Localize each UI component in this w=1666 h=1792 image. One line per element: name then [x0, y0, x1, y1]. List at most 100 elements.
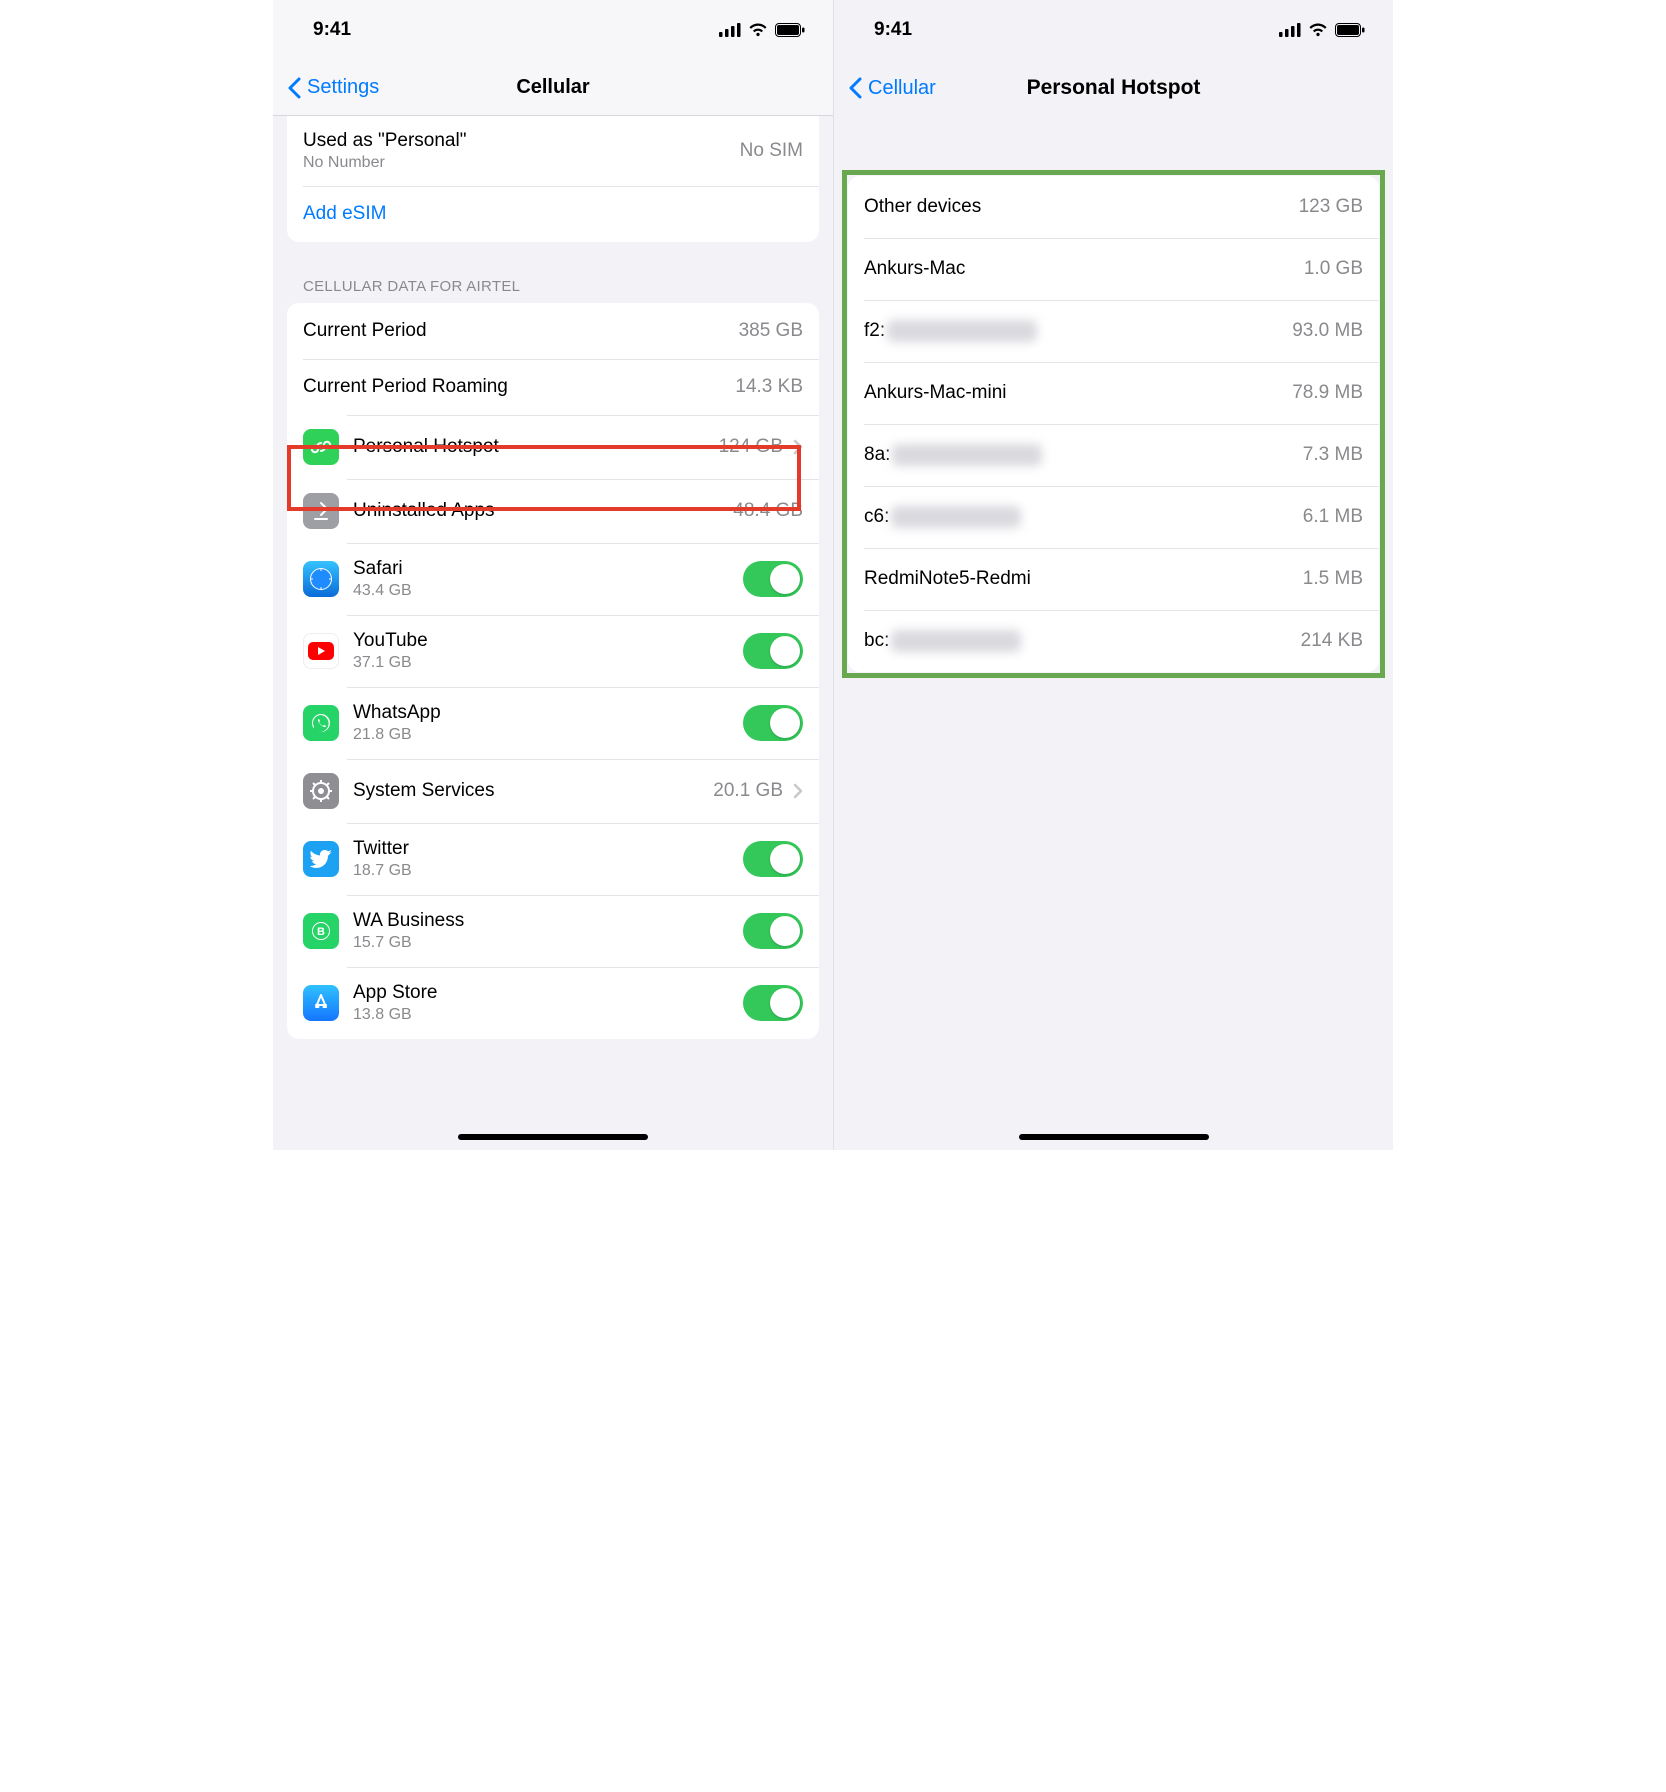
- personal-hotspot-row[interactable]: Personal Hotspot 124 GB: [287, 415, 819, 479]
- chevron-right-icon: [793, 783, 803, 799]
- app-row-whatsapp[interactable]: WhatsApp 21.8 GB: [287, 687, 819, 759]
- app-usage: 18.7 GB: [353, 862, 743, 880]
- back-button[interactable]: Cellular: [834, 77, 936, 100]
- hotspot-device-row: Other devices123 GB: [848, 176, 1379, 238]
- personal-hotspot-value: 124 GB: [719, 436, 783, 458]
- uninstalled-apps-icon: [303, 493, 339, 529]
- status-time: 9:41: [313, 19, 351, 41]
- cellular-data-group: Current Period 385 GB Current Period Roa…: [287, 303, 819, 1039]
- chevron-left-icon: [848, 77, 862, 99]
- app-row-youtube[interactable]: YouTube 37.1 GB: [287, 615, 819, 687]
- hotspot-device-row: Ankurs-Mac1.0 GB: [848, 238, 1379, 300]
- uninstalled-apps-label: Uninstalled Apps: [353, 500, 495, 522]
- add-esim-label: Add eSIM: [303, 203, 803, 225]
- signal-icon: [1279, 23, 1301, 37]
- home-indicator: [458, 1134, 648, 1140]
- wifi-icon: [748, 23, 768, 37]
- hotspot-icon: [303, 429, 339, 465]
- uninstalled-apps-value: 48.4 GB: [733, 500, 803, 522]
- app-name: Safari: [353, 558, 743, 580]
- uninstalled-apps-row: Uninstalled Apps 48.4 GB: [287, 479, 819, 543]
- safari-icon: [303, 561, 339, 597]
- toggle-safari[interactable]: [743, 561, 803, 597]
- current-period-row: Current Period 385 GB: [287, 303, 819, 359]
- hotspot-device-group: Other devices123 GBAnkurs-Mac1.0 GBf2:93…: [848, 176, 1379, 672]
- sim-row[interactable]: Used as "Personal" No Number No SIM: [287, 116, 819, 186]
- nav-header: Settings Cellular: [273, 60, 833, 116]
- device-usage: 7.3 MB: [1303, 444, 1363, 466]
- hotspot-device-row: RedmiNote5-Redmi1.5 MB: [848, 548, 1379, 610]
- device-usage: 214 KB: [1301, 630, 1363, 652]
- hotspot-device-row: bc:214 KB: [848, 610, 1379, 672]
- device-name: c6:: [864, 506, 1303, 528]
- device-usage: 6.1 MB: [1303, 506, 1363, 528]
- toggle-whatsapp[interactable]: [743, 705, 803, 741]
- app-row-wa-business[interactable]: B WA Business 15.7 GB: [287, 895, 819, 967]
- personal-hotspot-label: Personal Hotspot: [353, 436, 499, 458]
- system-services-row[interactable]: System Services 20.1 GB: [287, 759, 819, 823]
- phone-personal-hotspot: 9:41 Cellular Personal Hotspot: [833, 0, 1393, 1150]
- app-usage: 43.4 GB: [353, 582, 743, 600]
- device-usage: 78.9 MB: [1292, 382, 1363, 404]
- back-label: Cellular: [868, 77, 936, 100]
- nav-header: Cellular Personal Hotspot: [834, 60, 1393, 116]
- app-name: YouTube: [353, 630, 743, 652]
- system-services-value: 20.1 GB: [713, 780, 783, 802]
- app-name: WA Business: [353, 910, 743, 932]
- app-row-safari[interactable]: Safari 43.4 GB: [287, 543, 819, 615]
- device-name: Other devices: [864, 196, 1299, 218]
- battery-icon: [775, 23, 805, 37]
- app-usage: 21.8 GB: [353, 726, 743, 744]
- status-bar: 9:41: [273, 0, 833, 60]
- app-row-twitter[interactable]: Twitter 18.7 GB: [287, 823, 819, 895]
- current-period-value: 385 GB: [739, 320, 803, 342]
- battery-icon: [1335, 23, 1365, 37]
- redacted-text: [891, 630, 1021, 652]
- back-button[interactable]: Settings: [273, 76, 379, 99]
- wa-business-icon: B: [303, 913, 339, 949]
- hotspot-device-row: 8a:7.3 MB: [848, 424, 1379, 486]
- toggle-youtube[interactable]: [743, 633, 803, 669]
- add-esim-row[interactable]: Add eSIM: [287, 186, 819, 242]
- hotspot-device-row: c6:6.1 MB: [848, 486, 1379, 548]
- sim-number: No Number: [303, 154, 740, 172]
- app-usage: 13.8 GB: [353, 1006, 743, 1024]
- svg-text:B: B: [317, 926, 325, 938]
- back-label: Settings: [307, 76, 379, 99]
- redacted-text: [892, 444, 1042, 466]
- app-store-icon: [303, 985, 339, 1021]
- current-period-roaming-row: Current Period Roaming 14.3 KB: [287, 359, 819, 415]
- app-usage: 15.7 GB: [353, 934, 743, 952]
- home-indicator: [1019, 1134, 1209, 1140]
- toggle-twitter[interactable]: [743, 841, 803, 877]
- twitter-icon: [303, 841, 339, 877]
- wifi-icon: [1308, 23, 1328, 37]
- chevron-left-icon: [287, 77, 301, 99]
- sim-used-as: Used as "Personal": [303, 130, 740, 152]
- system-services-label: System Services: [353, 780, 494, 802]
- device-usage: 1.5 MB: [1303, 568, 1363, 590]
- gear-icon: [303, 773, 339, 809]
- device-name: 8a:: [864, 444, 1303, 466]
- youtube-icon: [303, 633, 339, 669]
- status-time: 9:41: [874, 19, 912, 41]
- app-name: Twitter: [353, 838, 743, 860]
- toggle-app-store[interactable]: [743, 985, 803, 1021]
- device-name: Ankurs-Mac-mini: [864, 382, 1292, 404]
- redacted-text: [891, 506, 1021, 528]
- chevron-right-icon: [793, 439, 803, 455]
- app-name: WhatsApp: [353, 702, 743, 724]
- device-usage: 123 GB: [1299, 196, 1363, 218]
- device-name: bc:: [864, 630, 1301, 652]
- signal-icon: [719, 23, 741, 37]
- hotspot-device-row: f2:93.0 MB: [848, 300, 1379, 362]
- device-name: Ankurs-Mac: [864, 258, 1304, 280]
- sim-status: No SIM: [740, 140, 803, 162]
- redacted-text: [887, 320, 1037, 342]
- toggle-wa-business[interactable]: [743, 913, 803, 949]
- app-usage: 37.1 GB: [353, 654, 743, 672]
- app-row-app-store[interactable]: App Store13.8 GB: [287, 967, 819, 1039]
- current-period-roaming-value: 14.3 KB: [735, 376, 803, 398]
- status-bar: 9:41: [834, 0, 1393, 60]
- whatsapp-icon: [303, 705, 339, 741]
